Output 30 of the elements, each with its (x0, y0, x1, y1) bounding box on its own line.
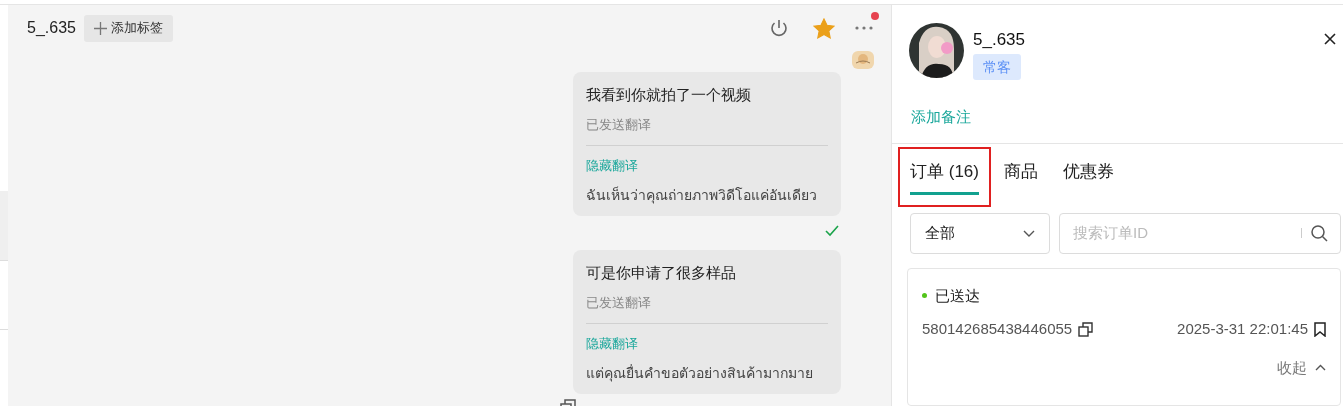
collapse-button[interactable]: 收起 (1277, 356, 1326, 379)
chat-title: 5_.635 (27, 18, 76, 38)
translation-status: 已发送翻译 (586, 294, 652, 312)
bookmark-icon[interactable] (1314, 321, 1326, 337)
close-icon[interactable] (1324, 33, 1336, 45)
translated-text: ฉันเห็นว่าคุณถ่ายภาพวิดีโอแค่อันเดียว (586, 185, 818, 206)
tab[interactable]: 商品 (1003, 159, 1038, 195)
add-tag-button[interactable]: 添加标签 (83, 14, 173, 42)
order-id: 580142685438446055 (922, 319, 1073, 339)
power-icon[interactable] (769, 18, 789, 38)
tab[interactable]: 订单 (16) (910, 159, 979, 195)
status-dropdown[interactable]: 全部 (910, 212, 1050, 254)
star-icon[interactable] (813, 17, 835, 39)
search-field[interactable]: 搜索订单ID (1073, 221, 1301, 245)
translation-status: 已发送翻译 (586, 116, 652, 134)
order-time: 2025-3-31 22:01:45 (1177, 319, 1308, 339)
customer-name: 5_.635 (973, 29, 1025, 51)
search-icon[interactable] (1311, 224, 1328, 242)
plus-icon (93, 21, 107, 35)
chevron-down-icon (1023, 229, 1035, 237)
message-text: 我看到你就拍了一个视频 (586, 85, 752, 105)
translated-text: แต่คุณยื่นคำขอตัวอย่างสินค้ามากมาย (586, 363, 814, 384)
search-box[interactable]: 搜索订单ID (1059, 212, 1341, 254)
copy-icon[interactable] (1078, 321, 1094, 337)
chevron-up-icon (1315, 364, 1326, 372)
tab[interactable]: 优惠券 (1062, 159, 1114, 195)
message-text: 可是你申请了很多样品 (586, 263, 737, 283)
order-status: 已送达 (935, 285, 980, 306)
customer-tag: 常客 (973, 54, 1021, 80)
more-icon[interactable] (855, 26, 873, 30)
